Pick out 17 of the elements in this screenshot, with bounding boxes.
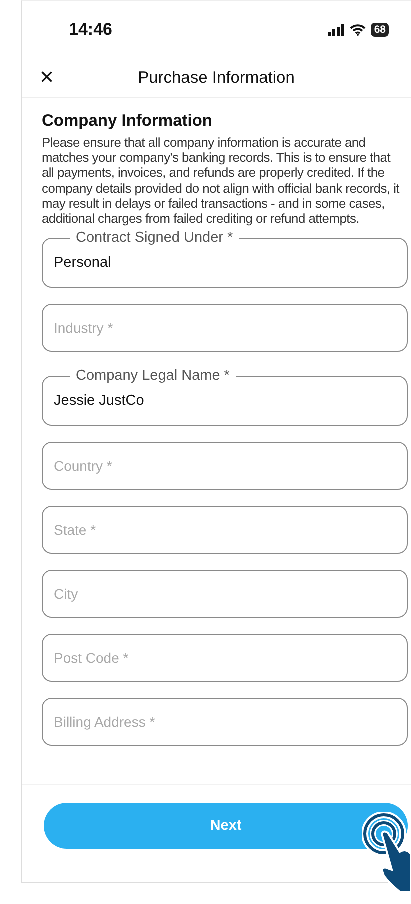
section-heading: Company Information	[42, 112, 214, 131]
input-field[interactable]: State *	[42, 506, 408, 554]
input-field[interactable]: Country *	[42, 442, 408, 490]
input-field[interactable]: Company Legal Name * Jessie JustCo	[42, 368, 408, 426]
next-button[interactable]: Next	[44, 803, 408, 849]
input-field[interactable]: Industry *	[42, 304, 408, 352]
status-time: 14:46	[69, 20, 112, 40]
input-field[interactable]: City	[42, 570, 408, 618]
close-button[interactable]: ×	[40, 66, 54, 90]
input-field[interactable]: Billing Address *	[42, 698, 408, 746]
signal-icon	[328, 24, 346, 36]
section-description: Please ensure that all company information is accurate and matches your company's banking records. This is to ensure that all payments, invoices, and refunds are properly credited. If the company details provided do not align with official bank records, it may result in delays or failed transactions - and in some cases, additional charges from failed crediting or refund attempts.	[42, 135, 401, 226]
battery-level: 68	[371, 23, 389, 37]
input-field[interactable]: Post Code *	[42, 634, 408, 682]
wifi-icon	[350, 24, 366, 36]
input-field[interactable]: Contract Signed Under * Personal	[42, 230, 408, 288]
page-title: Purchase Information	[137, 68, 296, 88]
